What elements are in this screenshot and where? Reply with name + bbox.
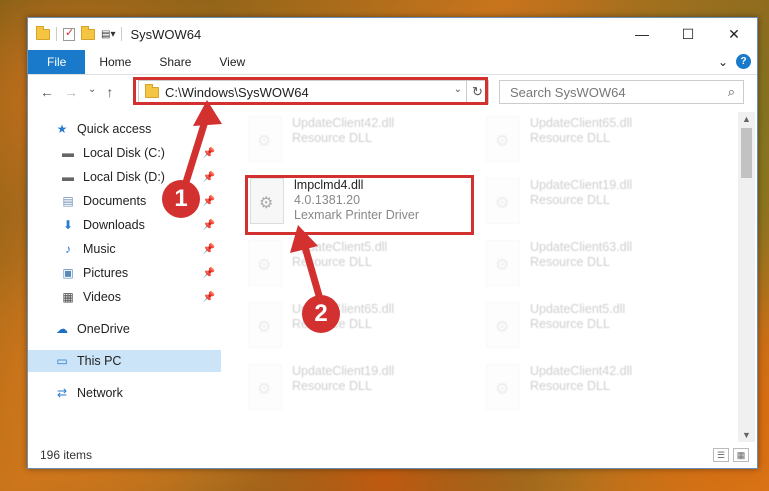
step-badge-1: 1 — [162, 180, 200, 218]
step-badge-2: 2 — [302, 295, 340, 333]
annotation-arrows — [178, 100, 326, 310]
